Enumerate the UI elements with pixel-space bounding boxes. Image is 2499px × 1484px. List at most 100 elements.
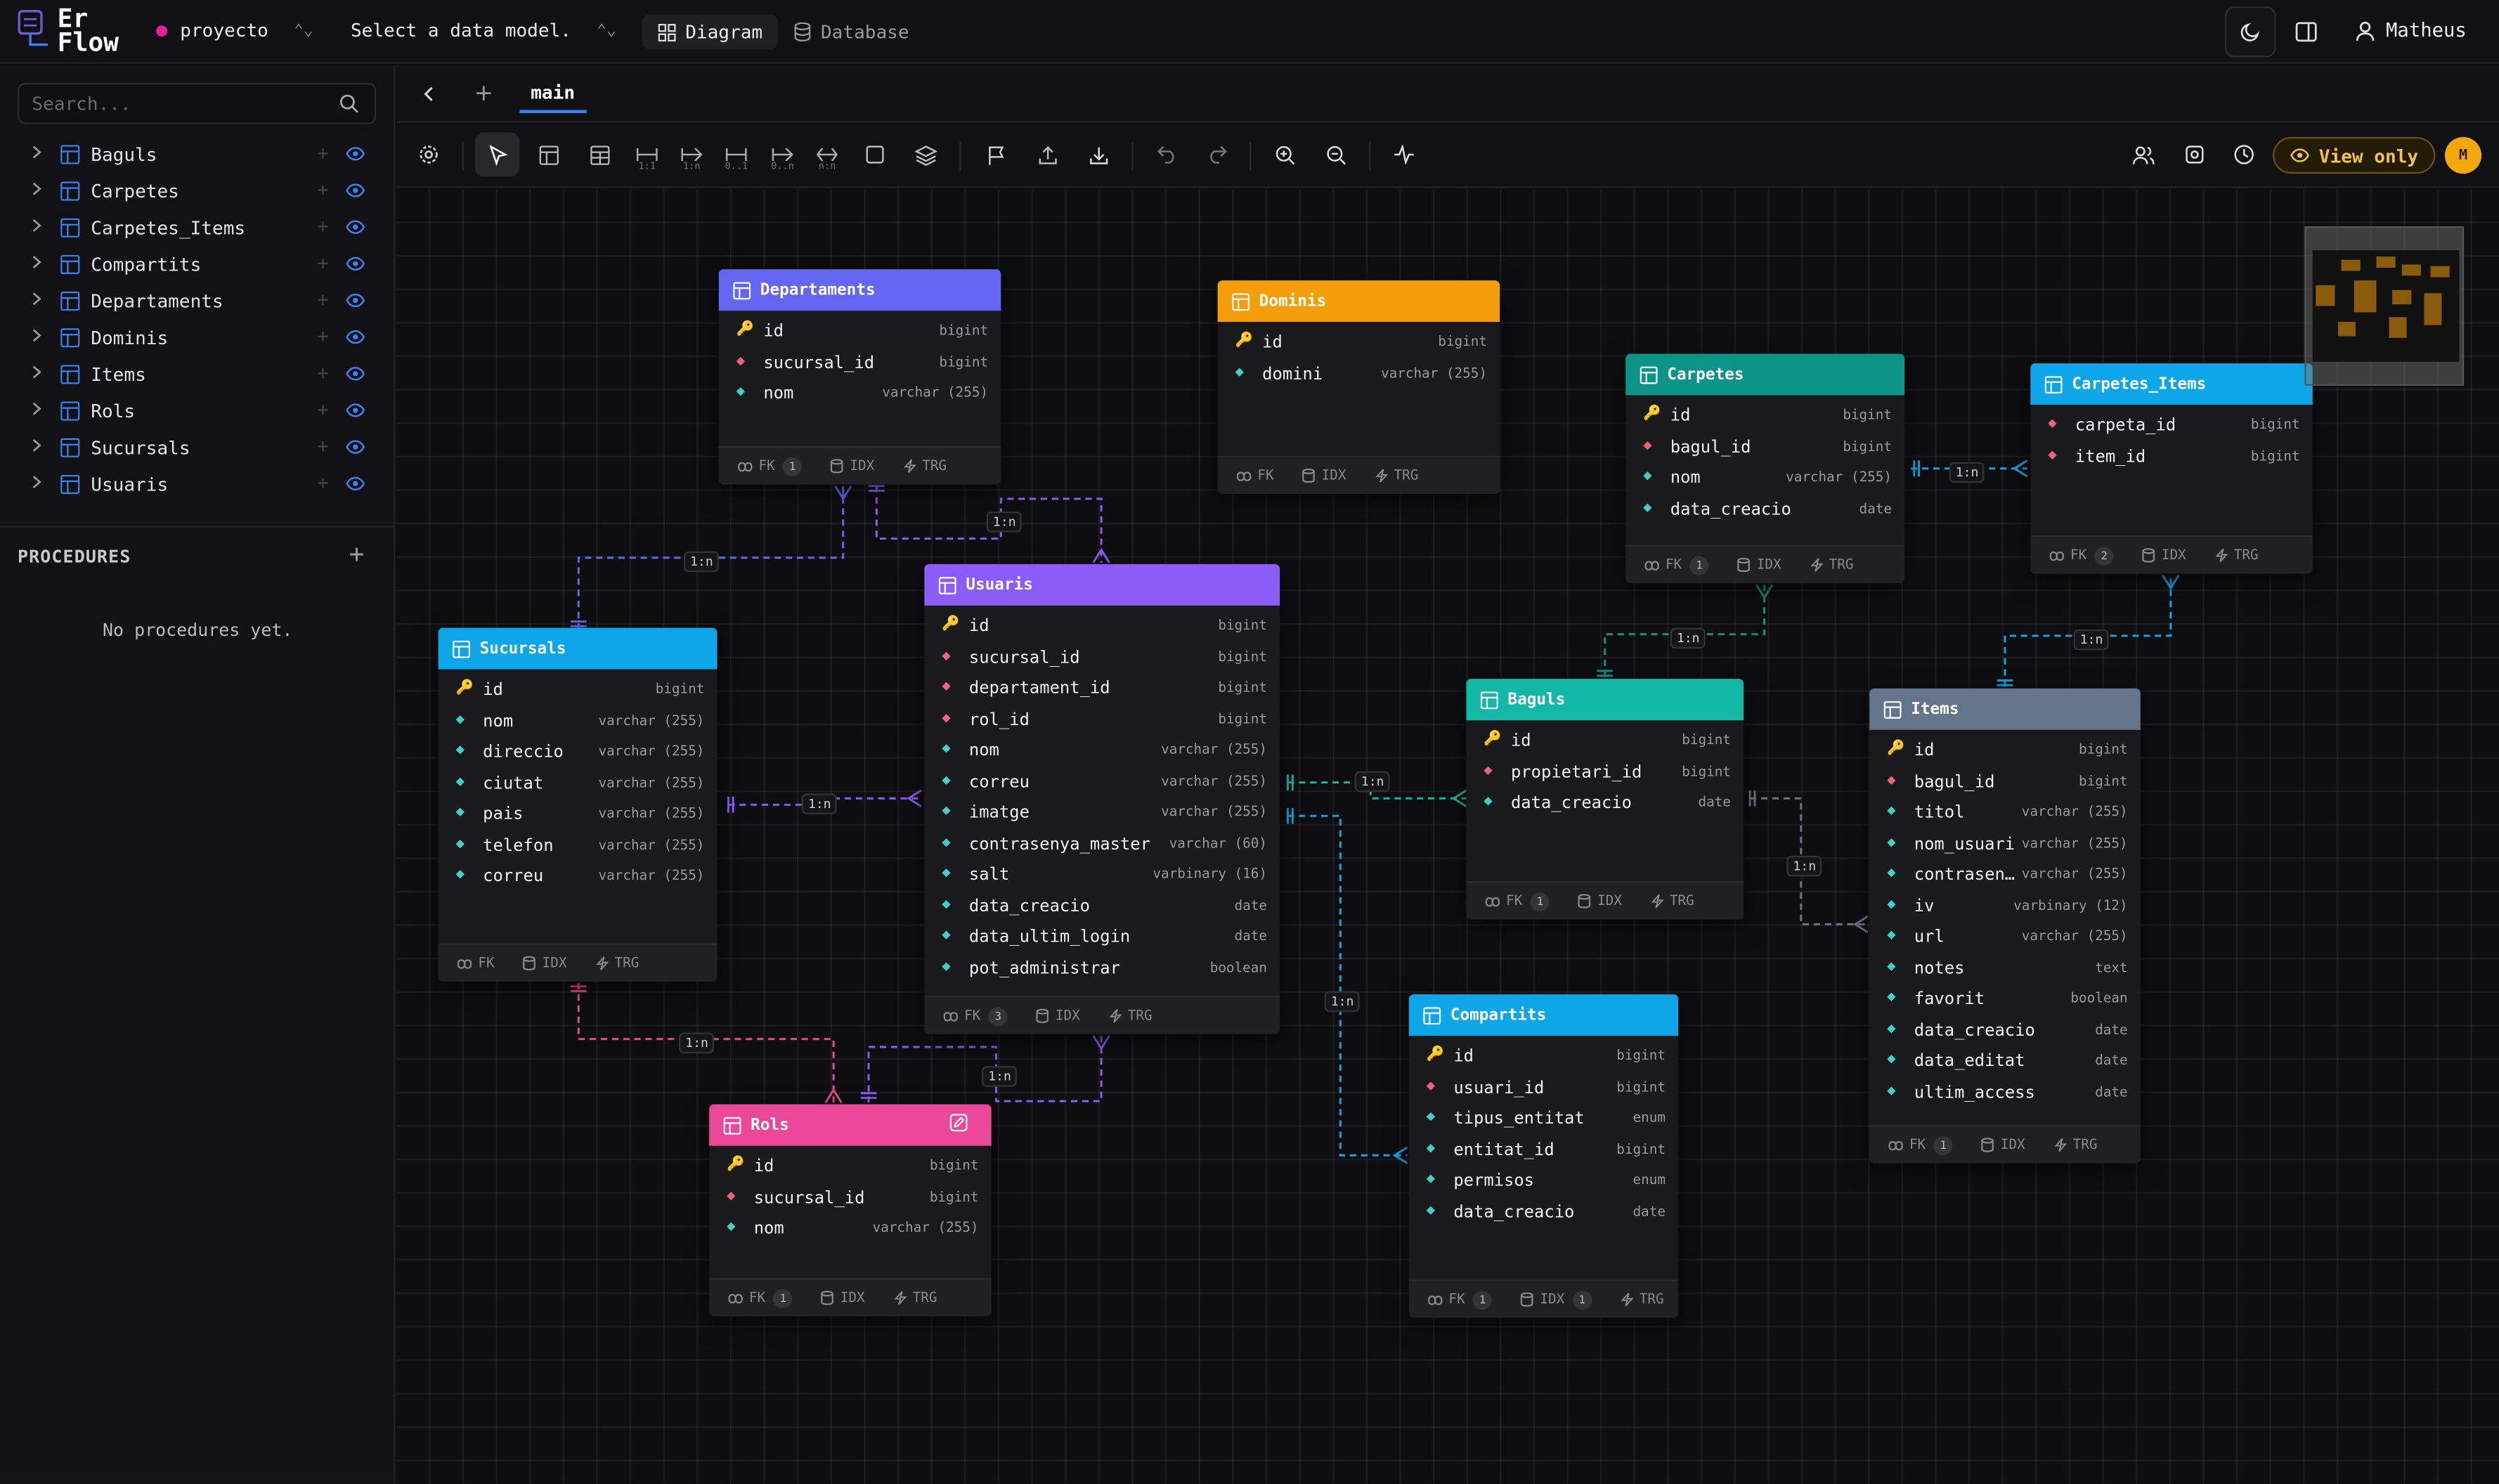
zoom-out-button[interactable] [1313,132,1358,177]
table-carpetes[interactable]: Carpetes 🔑 id bigint ◆ bagul_id bigint ◆ nom varc… [1625,353,1905,584]
idx-count[interactable]: IDX [2142,547,2186,564]
column-row[interactable]: ◆ carpeta_id bigint [2030,411,2312,442]
eye-icon[interactable] [346,183,365,197]
sidebar-item-carpetes[interactable]: Carpetes + [0,174,395,210]
plus-icon[interactable]: + [317,288,328,311]
collaborators-button[interactable] [2122,132,2167,177]
fk-count[interactable]: FK 1 [1888,1135,1953,1155]
column-row[interactable]: ◆ bagul_id bigint [1869,767,2141,798]
trg-count[interactable]: TRG [1810,557,1853,573]
table-rols[interactable]: Rols 🔑 id bigint ◆ sucursal_id bigint ◆ nom varch… [709,1104,992,1317]
column-row[interactable]: ◆ domini varchar (255) [1218,359,1500,390]
column-row[interactable]: 🔑 id bigint [709,1152,991,1183]
redo-button[interactable] [1194,132,1239,177]
table-header[interactable]: Baguls [1466,679,1744,721]
fk-count[interactable]: FK 1 [1485,891,1550,911]
fk-count[interactable]: FK 1 [1644,555,1709,575]
add-table-button[interactable] [526,132,571,177]
column-row[interactable]: ◆ usuari_id bigint [1409,1073,1678,1104]
trg-count[interactable]: TRG [1650,893,1694,909]
idx-count[interactable]: IDX [1578,893,1622,909]
search-input[interactable] [32,92,319,115]
table-usuaris[interactable]: Usuaris 🔑 id bigint ◆ sucursal_id bigint ◆ depar… [924,564,1280,1034]
sidebar-item-sucursals[interactable]: Sucursals + [0,430,395,467]
idx-count[interactable]: IDX [821,1290,865,1306]
sidebar-item-dominis[interactable]: Dominis + [0,320,395,357]
column-row[interactable]: ◆ contrasenya_master varchar (60) [924,829,1280,860]
chevron-right-icon[interactable] [32,328,41,342]
plus-icon[interactable]: + [317,178,328,201]
idx-count[interactable]: IDX [1036,1008,1080,1024]
fk-count[interactable]: FK [457,956,495,971]
history-button[interactable] [2221,132,2266,177]
fk-count[interactable]: FK 1 [1428,1289,1493,1310]
plus-icon[interactable]: + [317,362,328,384]
table-header[interactable]: Rols [709,1104,992,1146]
user-menu[interactable]: Matheus [2356,19,2467,41]
column-row[interactable]: 🔑 id bigint [1218,328,1500,359]
plus-icon[interactable]: + [317,215,328,237]
column-row[interactable]: ◆ sucursal_id bigint [719,349,1001,379]
column-row[interactable]: ◆ tipus_entitat enum [1409,1105,1678,1135]
trg-count[interactable]: TRG [1375,468,1418,483]
column-row[interactable]: ◆ contrasen… varchar (255) [1869,861,2141,892]
column-row[interactable]: ◆ nom varchar (255) [1625,464,1904,495]
column-row[interactable]: ◆ entitat_id bigint [1409,1135,1678,1166]
project-selector[interactable]: proyecto ⌃⌄ [156,19,313,41]
column-row[interactable]: ◆ direccio varchar (255) [439,738,718,769]
plus-icon[interactable]: + [317,252,328,274]
trg-count[interactable]: TRG [1108,1008,1153,1024]
idx-count[interactable]: IDX [831,458,874,474]
idx-count[interactable]: IDX [523,956,566,971]
chevron-right-icon[interactable] [32,182,41,196]
column-row[interactable]: ◆ sucursal_id bigint [924,643,1280,674]
column-row[interactable]: ◆ data_creacio date [1466,789,1744,820]
column-row[interactable]: ◆ nom varchar (255) [439,707,718,738]
layers-button[interactable] [904,132,949,177]
column-row[interactable]: ◆ pot_administrar boolean [924,953,1280,984]
tab-diagram[interactable]: Diagram [642,14,779,50]
table-header[interactable]: Carpetes_Items [2030,363,2313,405]
relation-n-n-button[interactable]: n:n [805,132,850,177]
trg-count[interactable]: TRG [903,458,947,474]
eye-icon[interactable] [346,330,365,344]
chevron-right-icon[interactable] [32,365,41,379]
trg-count[interactable]: TRG [2053,1137,2097,1153]
idx-count[interactable]: IDX [1302,468,1346,483]
column-row[interactable]: ◆ data_creacio date [1869,1016,2141,1047]
select-tool-button[interactable] [474,132,520,177]
column-row[interactable]: ◆ correu varchar (255) [439,862,718,893]
table-items[interactable]: Items 🔑 id bigint ◆ bagul_id bigint ◆ titol varch… [1869,688,2141,1164]
table-header[interactable]: Carpetes [1625,353,1905,396]
fk-count[interactable]: FK 2 [2049,545,2114,565]
idx-count[interactable]: IDX [1737,557,1781,573]
column-row[interactable]: 🔑 id bigint [1409,1042,1678,1073]
column-row[interactable]: ◆ departament_id bigint [924,674,1280,705]
trg-count[interactable]: TRG [2214,547,2259,564]
chevron-right-icon[interactable] [32,402,41,416]
edit-icon[interactable] [949,1114,968,1132]
tab-main[interactable]: main [519,75,586,114]
sidebar-item-carpetes_items[interactable]: Carpetes_Items + [0,210,395,247]
eye-icon[interactable] [346,147,365,161]
column-row[interactable]: ◆ data_creacio date [1625,495,1904,526]
column-row[interactable]: ◆ rol_id bigint [924,705,1280,736]
table-baguls[interactable]: Baguls 🔑 id bigint ◆ propietari_id bigint ◆ data… [1466,679,1744,920]
table-header[interactable]: Dominis [1217,280,1500,323]
sidebar-item-items[interactable]: Items + [0,357,395,393]
table-sucursals[interactable]: Sucursals 🔑 id bigint ◆ nom varchar (255) ◆ dire… [438,627,718,982]
eye-icon[interactable] [346,403,365,417]
model-selector[interactable]: Select a data model. ⌃⌄ [351,19,616,41]
add-area-button[interactable] [852,132,897,177]
flag-button[interactable] [974,132,1019,177]
table-carpetes-items[interactable]: Carpetes_Items ◆ carpeta_id bigint ◆ item_id b… [2030,363,2313,574]
sidebar-item-compartits[interactable]: Compartits + [0,247,395,284]
column-row[interactable]: ◆ correu varchar (255) [924,767,1280,798]
plus-icon[interactable]: + [317,142,328,164]
theme-toggle-button[interactable] [2224,6,2276,58]
column-row[interactable]: ◆ telefon varchar (255) [439,831,718,862]
column-row[interactable]: 🔑 id bigint [1466,727,1744,757]
idx-count[interactable]: IDX [1981,1137,2025,1153]
column-row[interactable]: ◆ ultim_access date [1869,1078,2141,1109]
import-button[interactable] [1076,132,1121,177]
